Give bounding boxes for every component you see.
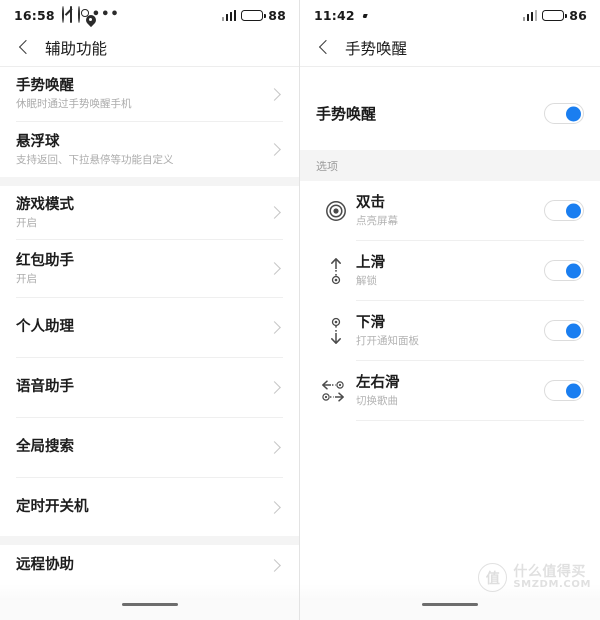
chevron-right-icon	[267, 499, 283, 515]
settings-row-game-mode[interactable]: 游戏模式 开启	[0, 186, 299, 239]
status-left-icons: •••	[61, 6, 120, 23]
left-status-bar: 16:58 ••• 88	[0, 0, 299, 30]
row-subtitle: 支持返回、下拉悬停等功能自定义	[16, 153, 174, 166]
gesture-title: 上滑	[356, 254, 385, 271]
row-subtitle: 开启	[16, 272, 37, 285]
status-right-icons: 88	[221, 7, 286, 23]
home-indicator[interactable]	[300, 602, 600, 606]
right-phone-screen: 11:42 86 手势唤醒 手势唤醒 选项 双击 点亮屏幕 上滑 解锁 下滑 打…	[300, 0, 600, 620]
status-time: 16:58	[14, 7, 55, 23]
chevron-right-icon	[267, 261, 283, 277]
settings-row-global-search[interactable]: 全局搜索	[0, 418, 299, 477]
back-chevron-icon[interactable]	[14, 37, 36, 59]
settings-row-voice-assistant[interactable]: 语音助手	[0, 358, 299, 417]
settings-row-remote-assist[interactable]: 远程协助	[0, 545, 299, 585]
back-chevron-icon[interactable]	[314, 37, 336, 59]
page-title: 辅助功能	[45, 40, 108, 58]
row-title: 游戏模式	[16, 196, 74, 213]
watermark-en-text: SMZDM.COM	[513, 578, 591, 590]
settings-row-scheduled-power[interactable]: 定时开关机	[0, 478, 299, 536]
gesture-subtitle: 点亮屏幕	[356, 214, 398, 227]
page-title: 手势唤醒	[345, 40, 408, 58]
right-status-bar: 11:42 86	[300, 0, 600, 30]
dual-screenshot-container: 16:58 ••• 88 辅助功能 手势唤醒 休眠时通过手势唤醒手机 悬浮球 支…	[0, 0, 600, 620]
row-title: 手势唤醒	[16, 78, 74, 95]
row-title: 个人助理	[16, 319, 74, 336]
home-indicator[interactable]	[0, 602, 299, 606]
options-section-header: 选项	[300, 150, 600, 181]
battery-percent: 86	[569, 7, 587, 23]
chevron-right-icon	[267, 380, 283, 396]
gesture-wake-master-toggle[interactable]	[544, 103, 584, 124]
row-title: 全局搜索	[16, 439, 74, 456]
status-right-icons: 86	[522, 7, 587, 23]
row-title: 定时开关机	[16, 498, 89, 515]
gesture-toggle-swipe-up[interactable]	[544, 260, 584, 281]
section-gap	[0, 536, 299, 545]
master-toggle-label: 手势唤醒	[316, 105, 377, 123]
gesture-divider	[356, 420, 584, 421]
chevron-right-icon	[267, 142, 283, 158]
watermark-cn-text: 什么值得买	[513, 563, 586, 580]
settings-row-floating-ball[interactable]: 悬浮球 支持返回、下拉悬停等功能自定义	[0, 122, 299, 177]
swipe-down-icon	[316, 317, 356, 345]
gesture-row-swipe-lr: 左右滑 切换歌曲	[300, 361, 600, 420]
section-gap	[0, 177, 299, 186]
chevron-right-icon	[267, 557, 283, 573]
gesture-subtitle: 打开通知面板	[356, 334, 419, 347]
accessibility-settings-list: 手势唤醒 休眠时通过手势唤醒手机 悬浮球 支持返回、下拉悬停等功能自定义 游戏模…	[0, 67, 299, 585]
status-time: 11:42	[314, 7, 355, 23]
settings-row-gesture-wake[interactable]: 手势唤醒 休眠时通过手势唤醒手机	[0, 67, 299, 121]
signal-bars-icon	[522, 9, 538, 21]
gesture-title: 双击	[356, 194, 385, 211]
gesture-row-double-tap: 双击 点亮屏幕	[300, 181, 600, 240]
battery-icon	[542, 9, 567, 21]
settings-row-personal-assistant[interactable]: 个人助理	[0, 298, 299, 357]
chevron-right-icon	[267, 440, 283, 456]
gesture-toggle-swipe-lr[interactable]	[544, 380, 584, 401]
battery-icon	[241, 9, 266, 21]
settings-row-redpacket-helper[interactable]: 红包助手 开启	[0, 240, 299, 297]
watermark-logo-icon: 值	[478, 563, 508, 592]
left-phone-screen: 16:58 ••• 88 辅助功能 手势唤醒 休眠时通过手势唤醒手机 悬浮球 支…	[0, 0, 300, 620]
left-nav-bar: 辅助功能	[0, 30, 299, 66]
options-section-label: 选项	[316, 159, 338, 173]
row-subtitle: 开启	[16, 216, 37, 229]
gesture-title: 下滑	[356, 314, 385, 331]
chevron-right-icon	[267, 320, 283, 336]
row-subtitle: 休眠时通过手势唤醒手机	[16, 98, 132, 111]
swipe-lr-icon	[316, 378, 356, 404]
gesture-toggle-swipe-down[interactable]	[544, 320, 584, 341]
row-title: 远程协助	[16, 556, 74, 573]
gesture-row-swipe-up: 上滑 解锁	[300, 241, 600, 300]
row-title: 红包助手	[16, 252, 74, 269]
gesture-subtitle: 切换歌曲	[356, 394, 398, 407]
chevron-right-icon	[267, 86, 283, 102]
right-nav-bar: 手势唤醒	[300, 30, 600, 66]
gesture-toggle-double-tap[interactable]	[544, 200, 584, 221]
chevron-right-icon	[267, 205, 283, 221]
gesture-wake-master-row: 手势唤醒	[300, 90, 600, 137]
row-title: 语音助手	[16, 379, 74, 396]
swipe-up-icon	[316, 257, 356, 285]
watermark: 值 什么值得买 SMZDM.COM	[478, 563, 591, 592]
double-tap-icon	[316, 199, 356, 223]
signal-bars-icon	[221, 9, 237, 21]
row-title: 悬浮球	[16, 133, 60, 150]
gesture-title: 左右滑	[356, 374, 400, 391]
battery-percent: 88	[268, 7, 286, 23]
gesture-subtitle: 解锁	[356, 274, 377, 287]
gesture-row-swipe-down: 下滑 打开通知面板	[300, 301, 600, 360]
